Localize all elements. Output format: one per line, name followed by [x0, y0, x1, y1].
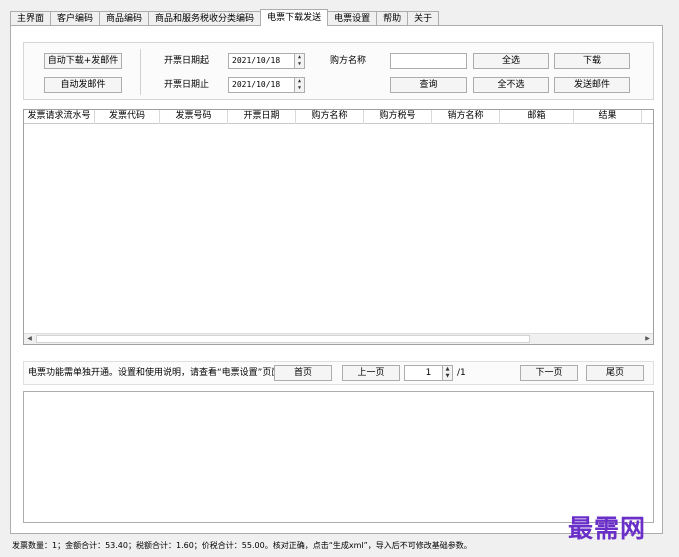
send-email-button[interactable]: 发送邮件	[554, 77, 630, 93]
tab-about[interactable]: 关于	[407, 11, 440, 26]
status-bar: 发票数量：1；金额合计：53.40；税额合计：1.60；价税合计：55.00。核…	[12, 541, 472, 550]
first-page-button[interactable]: 首页	[274, 365, 332, 381]
panel-divider	[140, 49, 141, 95]
horizontal-scrollbar[interactable]: ◀ ▶	[24, 333, 653, 344]
page-number-value: 1	[425, 368, 432, 378]
spin-up-icon[interactable]: ▲	[295, 54, 304, 61]
scroll-left-icon[interactable]: ◀	[24, 334, 35, 344]
tab-e-invoice-download-send[interactable]: 电票下载发送	[260, 9, 329, 26]
column-header-buyer-tax-id[interactable]: 购方税号	[364, 110, 432, 124]
start-date-label: 开票日期起	[164, 56, 210, 66]
buyer-name-input[interactable]	[390, 53, 467, 69]
column-header-request-serial[interactable]: 发票请求流水号	[24, 110, 95, 124]
tab-main[interactable]: 主界面	[10, 11, 52, 26]
page-number-input[interactable]: 1 ▲ ▼	[404, 365, 453, 381]
total-pages: /1	[457, 368, 466, 378]
download-button[interactable]: 下载	[554, 53, 630, 69]
start-date-picker[interactable]: 2021/10/18 ▲ ▼	[228, 53, 305, 69]
select-all-button[interactable]: 全选	[473, 53, 549, 69]
next-page-button[interactable]: 下一页	[520, 365, 578, 381]
start-date-value: 2021/10/18	[232, 56, 281, 65]
pager-bar: 电票功能需单独开通。设置和使用说明，请查看“电票设置”页面。 首页 上一页 1 …	[23, 361, 654, 385]
control-panel: 自动下载+发邮件 自动发邮件 开票日期起 2021/10/18 ▲ ▼ 开票日期…	[23, 42, 654, 100]
last-page-button[interactable]: 尾页	[586, 365, 644, 381]
end-date-spinner[interactable]: ▲ ▼	[294, 78, 304, 92]
tab-help[interactable]: 帮助	[376, 11, 409, 26]
column-header-email[interactable]: 邮箱	[500, 110, 574, 124]
tab-content: 自动下载+发邮件 自动发邮件 开票日期起 2021/10/18 ▲ ▼ 开票日期…	[10, 25, 663, 534]
column-header-invoice-code[interactable]: 发票代码	[95, 110, 160, 124]
tab-customer-code[interactable]: 客户编码	[50, 11, 101, 26]
grid-header: 发票请求流水号 发票代码 发票号码 开票日期 购方名称 购方税号 销方名称 邮箱…	[24, 110, 653, 124]
log-textarea[interactable]	[23, 391, 654, 523]
watermark-logo: 最需网	[568, 514, 647, 543]
auto-download-send-button[interactable]: 自动下载+发邮件	[44, 53, 122, 69]
buyer-name-label: 购方名称	[330, 56, 367, 66]
column-header-filler	[642, 110, 653, 124]
tab-product-code[interactable]: 商品编码	[99, 11, 150, 26]
tab-tax-classification-code[interactable]: 商品和服务税收分类编码	[148, 11, 262, 26]
select-none-button[interactable]: 全不选	[473, 77, 549, 93]
end-date-value: 2021/10/18	[232, 80, 281, 89]
auto-send-email-button[interactable]: 自动发邮件	[44, 77, 122, 93]
column-header-issue-date[interactable]: 开票日期	[228, 110, 296, 124]
scrollbar-thumb[interactable]	[36, 335, 530, 343]
scroll-right-icon[interactable]: ▶	[642, 334, 653, 344]
column-header-seller-name[interactable]: 销方名称	[432, 110, 500, 124]
tab-e-invoice-settings[interactable]: 电票设置	[327, 11, 378, 26]
spin-down-icon[interactable]: ▼	[295, 85, 304, 92]
end-date-label: 开票日期止	[164, 80, 210, 90]
column-header-invoice-number[interactable]: 发票号码	[160, 110, 228, 124]
column-header-buyer-name[interactable]: 购方名称	[296, 110, 364, 124]
tab-strip: 主界面 客户编码 商品编码 商品和服务税收分类编码 电票下载发送 电票设置 帮助…	[10, 9, 440, 26]
column-header-result[interactable]: 结果	[574, 110, 642, 124]
start-date-spinner[interactable]: ▲ ▼	[294, 54, 304, 68]
prev-page-button[interactable]: 上一页	[342, 365, 400, 381]
invoice-grid[interactable]: 发票请求流水号 发票代码 发票号码 开票日期 购方名称 购方税号 销方名称 邮箱…	[23, 109, 654, 345]
spin-up-icon[interactable]: ▲	[295, 78, 304, 85]
spin-up-icon[interactable]: ▲	[443, 366, 452, 373]
e-invoice-notice: 电票功能需单独开通。设置和使用说明，请查看“电票设置”页面。	[28, 368, 290, 378]
spin-down-icon[interactable]: ▼	[443, 373, 452, 380]
page-spinner[interactable]: ▲ ▼	[442, 366, 452, 380]
query-button[interactable]: 查询	[390, 77, 467, 93]
end-date-picker[interactable]: 2021/10/18 ▲ ▼	[228, 77, 305, 93]
spin-down-icon[interactable]: ▼	[295, 61, 304, 68]
